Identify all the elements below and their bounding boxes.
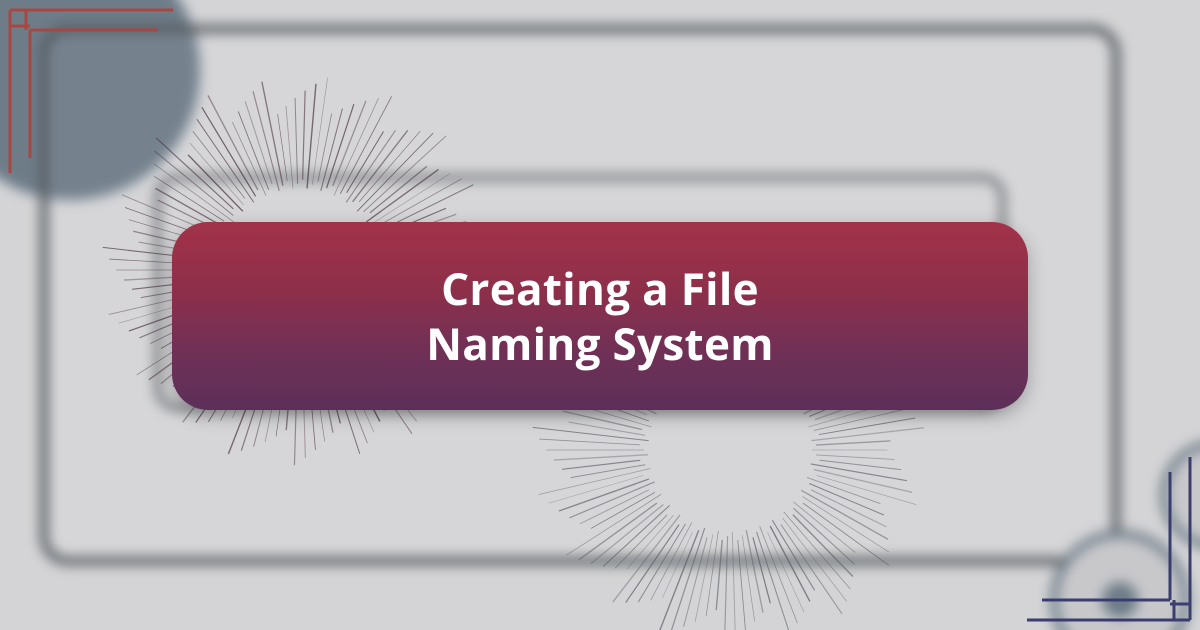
banner-title: Creating a File Naming System	[426, 261, 774, 371]
banner-title-line2: Naming System	[426, 313, 774, 373]
corner-ornament-topleft-icon	[8, 8, 178, 178]
corner-ornament-bottomright-icon	[1022, 452, 1192, 622]
banner-title-line1: Creating a File	[441, 258, 759, 318]
title-banner: Creating a File Naming System	[172, 222, 1028, 410]
